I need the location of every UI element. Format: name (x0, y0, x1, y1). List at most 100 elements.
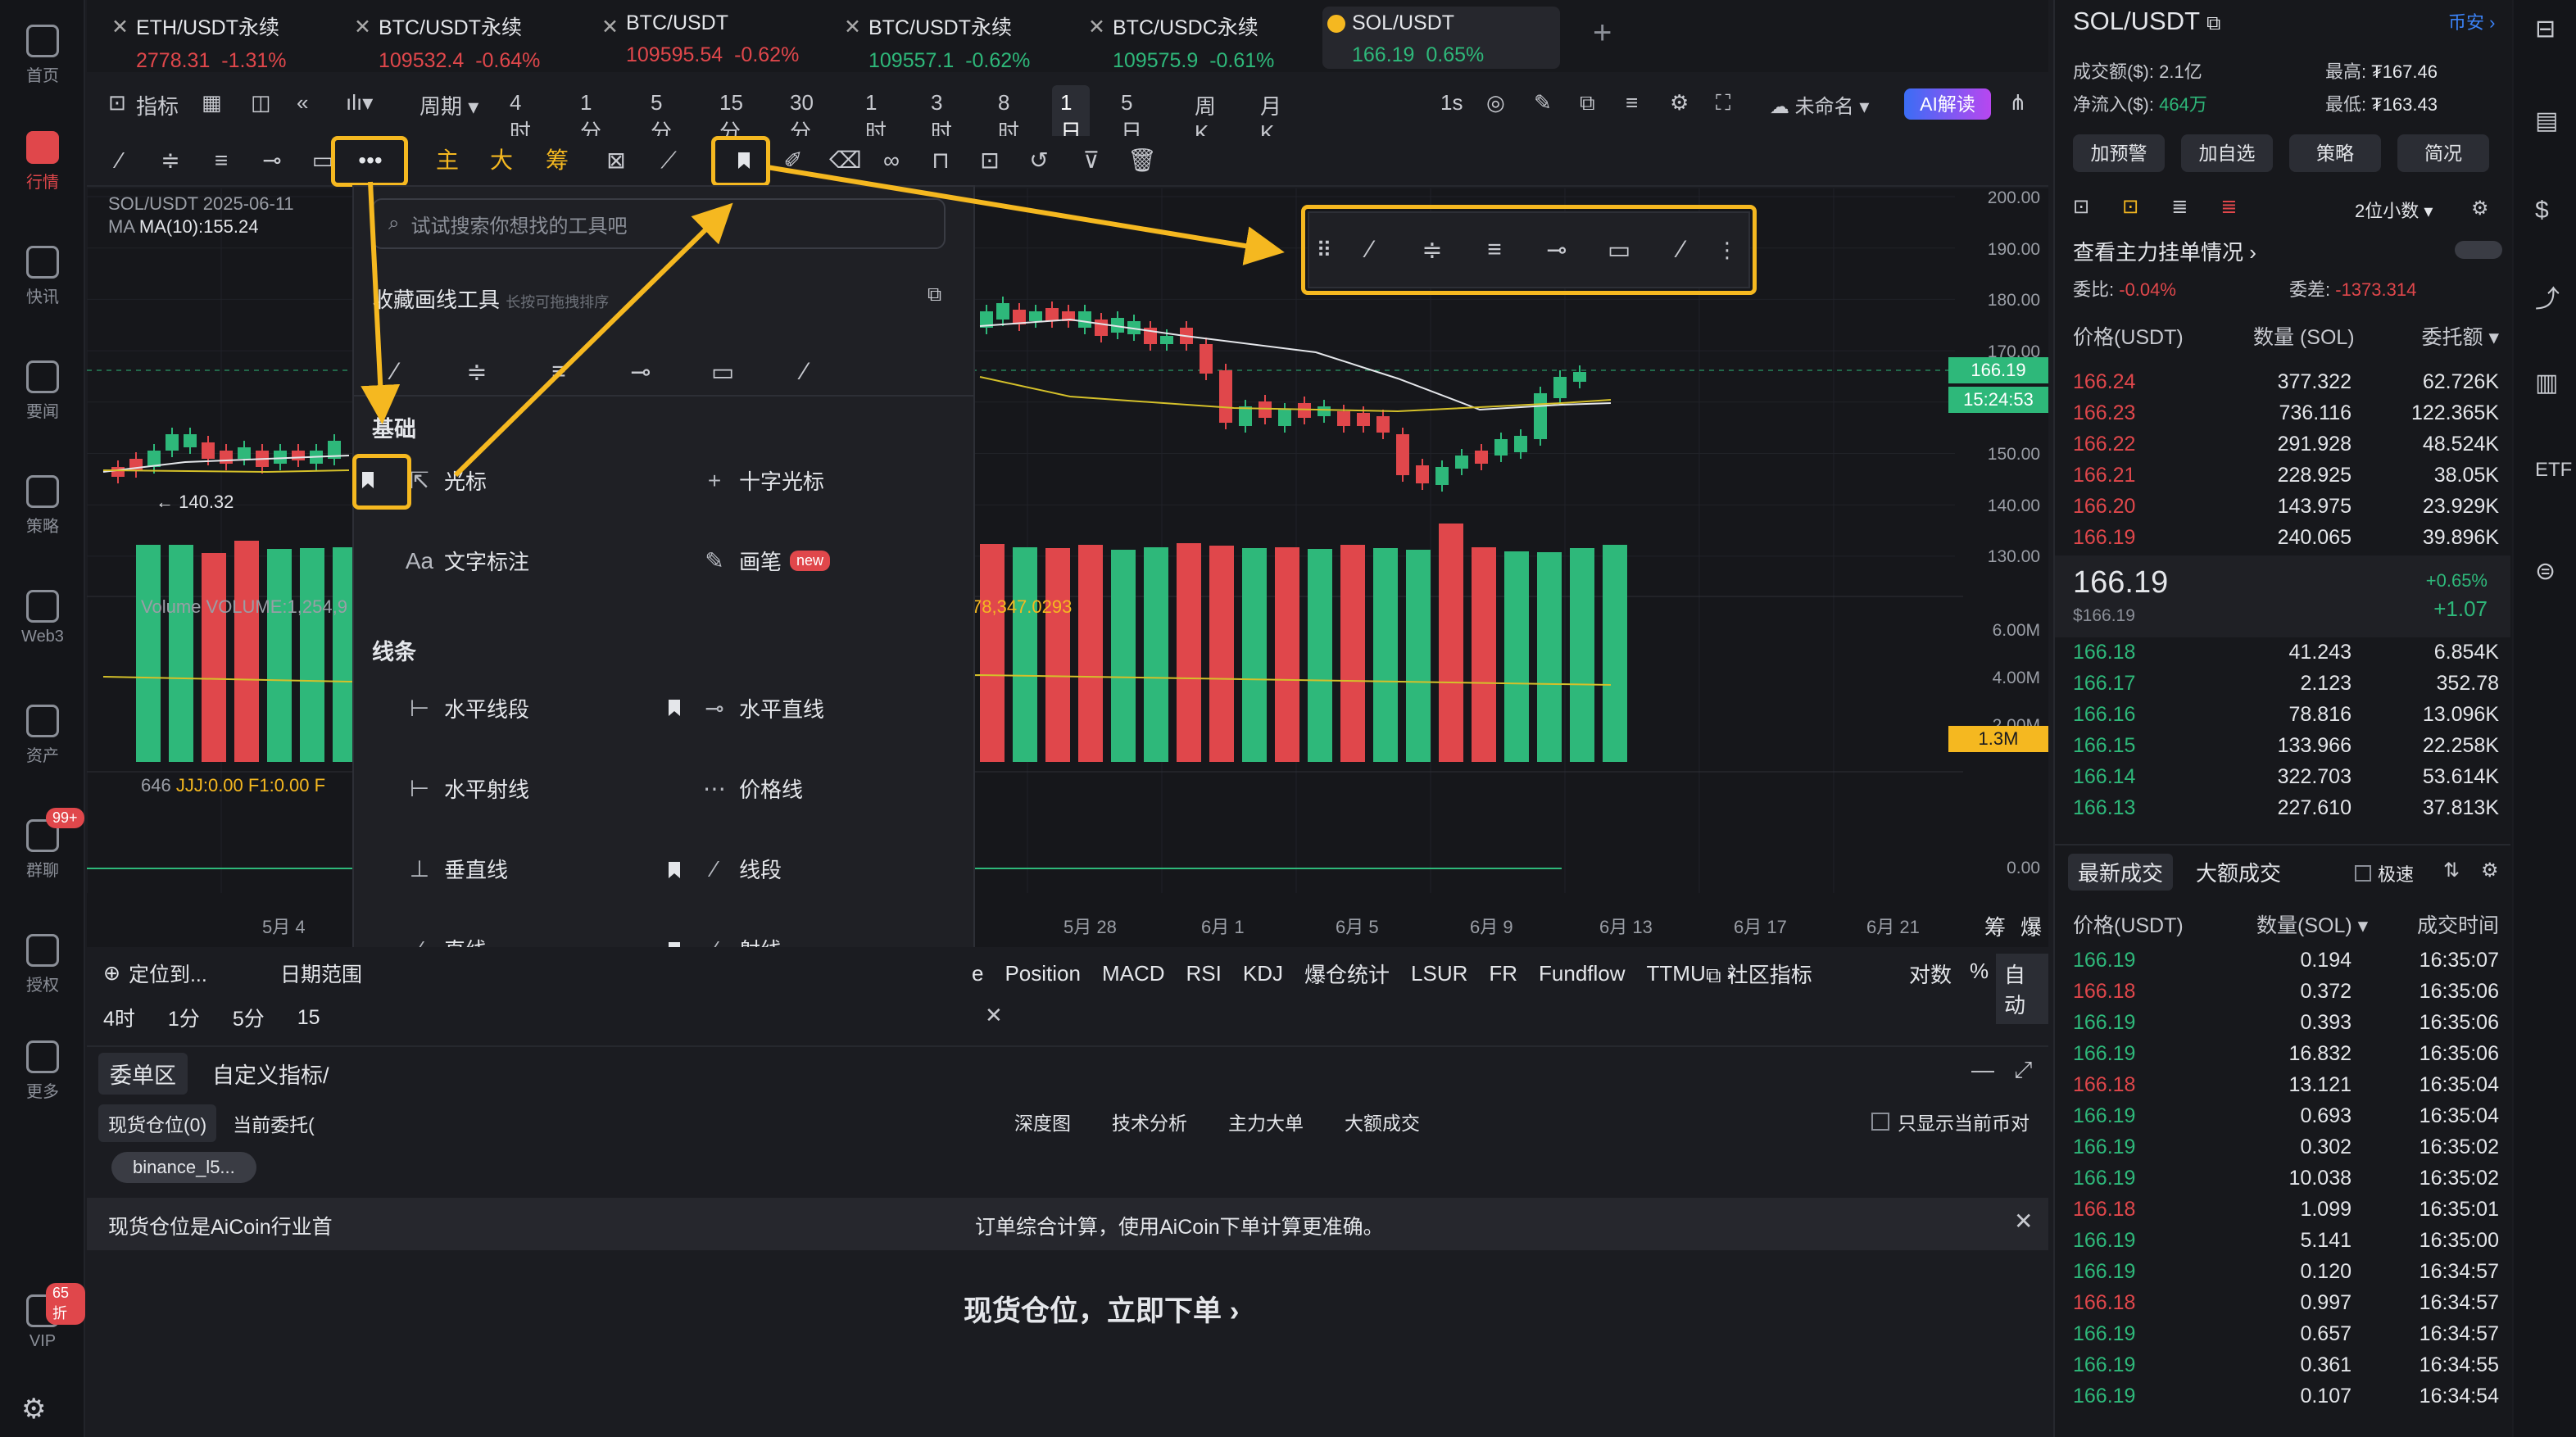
trade-row: 166.19 0.657 16:34:57 (2073, 1319, 2499, 1350)
ob-price: 166.22 (2073, 433, 2136, 456)
tab-latest-trades[interactable]: 最新成交 (2068, 854, 2174, 891)
trade-time: 16:35:01 (2419, 1198, 2499, 1221)
spot-position-tab[interactable]: 现货仓位(0) (98, 1104, 217, 1142)
auto-toggle[interactable]: 自动 (1996, 954, 2048, 1024)
bottom-interval[interactable]: 4时 (103, 1003, 135, 1032)
main-orders-toggle[interactable] (2455, 241, 2502, 259)
tab-main-orders[interactable]: 主力大单 (1228, 1108, 1304, 1136)
trade-price: 166.19 (2073, 1011, 2136, 1034)
trade-row: 166.19 0.393 16:35:06 (2073, 1008, 2499, 1039)
spot-cta[interactable]: 现货仓位，立即下单 › (964, 1288, 1239, 1330)
market-panel: SOL/USDT ⧉ 币安 › 成交额($): 2.1亿 最高: ₮167.46… (2053, 0, 2512, 1437)
ob-qty: 291.928 (2277, 433, 2352, 456)
date-range-button[interactable]: 日期范围 (280, 959, 362, 988)
amount-dropdown[interactable]: 委托额 ▾ (2421, 321, 2499, 351)
indicator-tab[interactable]: KDJ (1243, 961, 1283, 986)
trade-qty: 0.693 (2300, 1104, 2352, 1127)
qty-dropdown[interactable]: 数量(SOL) ▾ (2256, 909, 2368, 939)
orderbook-row[interactable]: 166.16 78.816 13.096K (2073, 700, 2499, 731)
tab-orders[interactable]: 委单区 (98, 1052, 188, 1095)
indicator-tab[interactable]: LSUR (1411, 961, 1467, 986)
tab-tech[interactable]: 技术分析 (1112, 1108, 1187, 1136)
tab-large-trades[interactable]: 大额成交 (1345, 1108, 1420, 1136)
ob-price: 166.24 (2073, 370, 2136, 393)
trade-qty: 0.194 (2300, 949, 2352, 972)
settings-icon[interactable]: ⚙ (2471, 197, 2489, 220)
panel-button[interactable]: 策略 (2289, 134, 2381, 172)
trade-qty: 5.141 (2300, 1229, 2352, 1252)
indicator-tab[interactable]: MACD (1102, 961, 1165, 986)
indicator-tab[interactable]: RSI (1186, 961, 1222, 986)
orderbook-row[interactable]: 166.20 143.975 23.929K (2073, 492, 2499, 523)
close-banner-icon[interactable]: ✕ (2014, 1208, 2033, 1235)
high-stat: 最高: ₮167.46 (2325, 61, 2438, 82)
exchange-link[interactable]: 币安 › (2448, 8, 2495, 34)
orderbook-row[interactable]: 166.17 2.123 352.78 (2073, 669, 2499, 700)
panel-button[interactable]: 加预警 (2073, 134, 2165, 172)
volume-stat: 成交额($): 2.1亿 (2073, 61, 2202, 82)
orders-icon[interactable]: ▤ (2535, 107, 2558, 135)
filter-icon[interactable]: ⇅ (2443, 859, 2460, 882)
indicator-tab[interactable]: Position (1005, 961, 1081, 986)
decimal-dropdown[interactable]: 2位小数 ▾ (2355, 197, 2433, 223)
etf-icon[interactable]: ETF (2535, 459, 2572, 482)
ob-price: 166.18 (2073, 641, 2136, 664)
trade-time: 16:35:04 (2419, 1073, 2499, 1096)
indicator-tab[interactable]: Fundflow (1539, 961, 1626, 986)
ob-price: 166.15 (2073, 734, 2136, 757)
indicator-tab[interactable]: FR (1489, 961, 1517, 986)
orderbook-row[interactable]: 166.24 377.322 62.726K (2073, 367, 2499, 398)
mode-list-icon[interactable]: ≣ (2171, 195, 2188, 219)
mode-sell-icon[interactable]: ≣ (2220, 195, 2237, 219)
settings-icon[interactable]: ⚙ (2481, 859, 2499, 882)
main-orders-link[interactable]: 查看主力挂单情况 › (2073, 236, 2256, 266)
bottom-interval[interactable]: 5分 (233, 1003, 265, 1032)
asset-icon[interactable]: $ (2535, 197, 2549, 224)
trade-tabs: 最新成交 大额成交 (2068, 854, 2281, 891)
bottom-interval[interactable]: 1分 (168, 1003, 200, 1032)
ob-amount: 13.096K (2422, 703, 2499, 726)
mode-buy-icon[interactable]: ⊡ (2122, 195, 2138, 219)
account-chip[interactable]: binance_l5... (111, 1152, 256, 1183)
trade-price: 166.19 (2073, 1385, 2136, 1408)
ob-price: 166.17 (2073, 672, 2136, 695)
tab-large-trades[interactable]: 大额成交 (2196, 857, 2281, 887)
indicator-tab[interactable]: TTMU (1647, 961, 1706, 986)
expand-icon[interactable]: ⤢ (2014, 1057, 2032, 1084)
only-current-checkbox[interactable]: 只显示当前币对 (1871, 1108, 2030, 1136)
tab-custom-indicator[interactable]: 自定义指标/ (212, 1058, 329, 1090)
orderbook-row[interactable]: 166.22 291.928 48.524K (2073, 429, 2499, 460)
minimize-icon[interactable]: — (1971, 1057, 1994, 1083)
orderbook-row[interactable]: 166.21 228.925 38.05K (2073, 460, 2499, 492)
ob-qty: 377.322 (2277, 370, 2352, 393)
panel-layout-icon[interactable]: ⊟ (2535, 15, 2556, 43)
mode-both-icon[interactable]: ⊡ (2073, 195, 2089, 219)
orderbook-row[interactable]: 166.13 227.610 37.813K (2073, 793, 2499, 824)
bottom-interval[interactable]: 15 (297, 1006, 320, 1030)
orderbook-row[interactable]: 166.23 736.116 122.365K (2073, 398, 2499, 429)
close-icon[interactable]: ✕ (985, 1003, 1003, 1028)
orderbook-row[interactable]: 166.19 240.065 39.896K (2073, 523, 2499, 554)
stats-icon[interactable]: ▥ (2535, 369, 2558, 397)
swap-icon[interactable]: ⊜ (2535, 557, 2556, 586)
log-toggle[interactable]: 对数 (1909, 959, 1952, 989)
ob-price: 166.14 (2073, 765, 2136, 788)
panel-button[interactable]: 简况 (2397, 134, 2489, 172)
tab-depth[interactable]: 深度图 (1014, 1108, 1071, 1136)
fast-checkbox[interactable]: 极速 (2355, 860, 2414, 886)
indicator-tab[interactable]: e (972, 961, 983, 986)
orderbook-row[interactable]: 166.18 41.243 6.854K (2073, 637, 2499, 669)
indicator-tab[interactable]: 爆仓统计 (1304, 959, 1390, 989)
orderbook-row[interactable]: 166.14 322.703 53.614K (2073, 762, 2499, 793)
trade-qty: 1.099 (2300, 1198, 2352, 1221)
panel-button[interactable]: 加自选 (2181, 134, 2273, 172)
trade-qty: 0.361 (2300, 1353, 2352, 1376)
chart-icon[interactable]: ⤴ (2535, 279, 2560, 315)
community-indicator[interactable]: ⧉ 社区指标 (1706, 959, 1812, 989)
percent-toggle[interactable]: % (1970, 959, 1989, 984)
trade-qty: 0.657 (2300, 1322, 2352, 1345)
current-orders-tab[interactable]: 当前委托( (233, 1109, 315, 1137)
ob-qty: 133.966 (2277, 734, 2352, 757)
orderbook-row[interactable]: 166.15 133.966 22.258K (2073, 731, 2499, 762)
locate-button[interactable]: ⊕ 定位到... (103, 959, 207, 988)
